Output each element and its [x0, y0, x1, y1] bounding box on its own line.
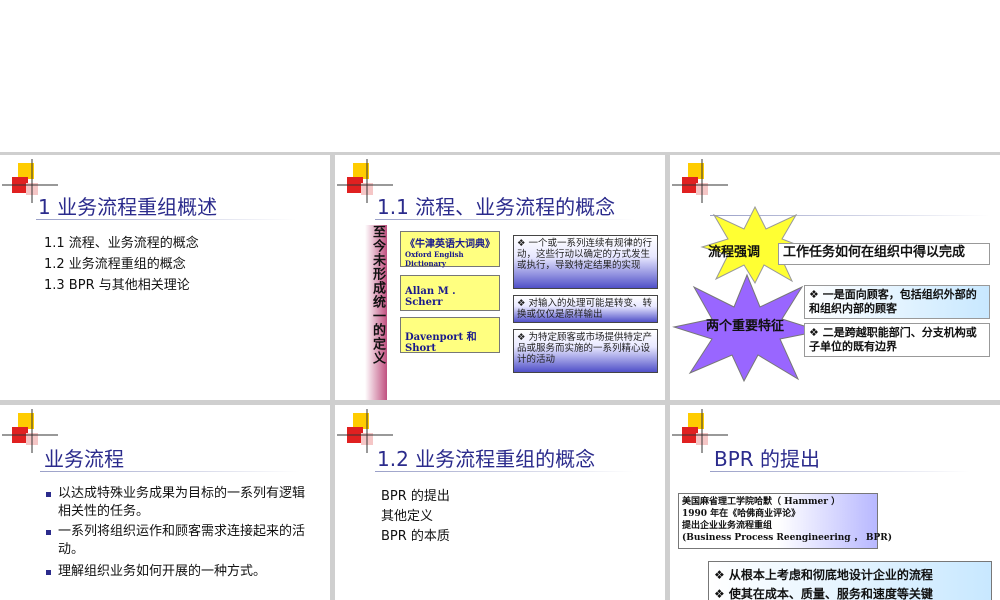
- top-blank-area: [0, 0, 1000, 152]
- title-underline: [710, 471, 970, 472]
- slide-title: 业务流程: [44, 447, 124, 471]
- source-name: Allan M . Scherr: [405, 286, 456, 308]
- origin-line: 美国麻省理工学院哈默（ Hammer ）: [682, 497, 841, 507]
- slide-title: 1.2 业务流程重组的概念: [377, 447, 596, 471]
- slide-thumbnail-3[interactable]: 流程强调 工作任务如何在组织中得以完成 两个重要特征 ❖ 一是面向顾客，包括组织…: [670, 155, 1000, 400]
- slide-thumbnail-2[interactable]: 1.1 流程、业务流程的概念 至今未形成统一的定义 《牛津英语大词典》 Oxfo…: [335, 155, 665, 400]
- source-name: Davenport 和 Short: [405, 332, 477, 354]
- title-underline: [40, 471, 300, 472]
- outline-item: 1.3 BPR 与其他相关理论: [44, 278, 190, 293]
- outline-item: 其他定义: [381, 509, 434, 524]
- origin-box: 美国麻省理工学院哈默（ Hammer ） 1990 年在《哈佛商业评论》 提出企…: [678, 493, 892, 549]
- bullet-item: 理解组织业务如何开展的一种方式。: [46, 563, 316, 581]
- vertical-label: 至今未形成统一的定义: [365, 225, 387, 400]
- slide-thumbnail-5[interactable]: 1.2 业务流程重组的概念 BPR 的提出 其他定义 BPR 的本质: [335, 405, 665, 600]
- outline-item: 1.2 业务流程重组的概念: [44, 257, 186, 272]
- definition-box: ❖ 为特定顾客或市场提供特定产品或服务而实施的一系列精心设计的活动: [513, 329, 658, 373]
- key-point: ❖ 使其在成本、质量、服务和速度等关键: [714, 587, 933, 600]
- origin-line: 1990 年在《哈佛商业评论》: [682, 509, 801, 519]
- definition-box: ❖ 一个或一系列连续有规律的行动，这些行动以确定的方式发生或执行，导致特定结果的…: [513, 235, 658, 289]
- outline-item: BPR 的本质: [381, 529, 450, 544]
- source-box: Davenport 和 Short: [400, 317, 500, 354]
- star-label: 两个重要特征: [706, 319, 785, 334]
- slide-thumbnail-1[interactable]: 1 业务流程重组概述 1.1 流程、业务流程的概念 1.2 业务流程重组的概念 …: [0, 155, 330, 400]
- source-subtitle: Oxford English Dictionary: [405, 250, 464, 268]
- slide-thumbnail-6[interactable]: BPR 的提出 美国麻省理工学院哈默（ Hammer ） 1990 年在《哈佛商…: [670, 405, 1000, 600]
- definition-box: ❖ 对输入的处理可能是转变、转换或仅仅是原样输出: [513, 295, 658, 323]
- slide-thumbnail-4[interactable]: 业务流程 以达成特殊业务成果为目标的一系列有逻辑相关性的任务。 一系列将组织运作…: [0, 405, 330, 600]
- star-label: 流程强调: [708, 245, 761, 260]
- source-name: 《牛津英语大词典》: [405, 239, 495, 250]
- slide-title: 1 业务流程重组概述: [38, 195, 218, 219]
- title-underline: [375, 471, 635, 472]
- title-underline: [36, 219, 296, 220]
- feature-box: ❖ 二是跨越职能部门、分支机构或子单位的既有边界: [804, 323, 990, 357]
- slide-decoration-icon: [672, 159, 728, 203]
- bullet-item: 一系列将组织运作和顾客需求连接起来的活动。: [46, 523, 316, 559]
- title-underline: [375, 219, 635, 220]
- outline-item: 1.1 流程、业务流程的概念: [44, 236, 199, 251]
- source-box: 《牛津英语大词典》 Oxford English Dictionary: [400, 231, 500, 268]
- emphasis-box: 工作任务如何在组织中得以完成: [778, 243, 990, 265]
- key-point: ❖ 从根本上考虑和彻底地设计企业的流程: [714, 568, 933, 582]
- feature-box: ❖ 一是面向顾客，包括组织外部的和组织内部的顾客: [804, 285, 990, 319]
- slide-title: BPR 的提出: [714, 447, 821, 471]
- origin-line: (Business Process Reengineering ， BPR): [682, 533, 892, 543]
- key-points-box: ❖ 从根本上考虑和彻底地设计企业的流程 ❖ 使其在成本、质量、服务和速度等关键: [708, 561, 992, 600]
- bullet-item: 以达成特殊业务成果为目标的一系列有逻辑相关性的任务。: [46, 485, 316, 521]
- origin-line: 提出企业业务流程重组: [682, 521, 773, 531]
- source-box: Allan M . Scherr: [400, 275, 500, 311]
- slide-title: 1.1 流程、业务流程的概念: [377, 195, 616, 219]
- outline-item: BPR 的提出: [381, 489, 450, 504]
